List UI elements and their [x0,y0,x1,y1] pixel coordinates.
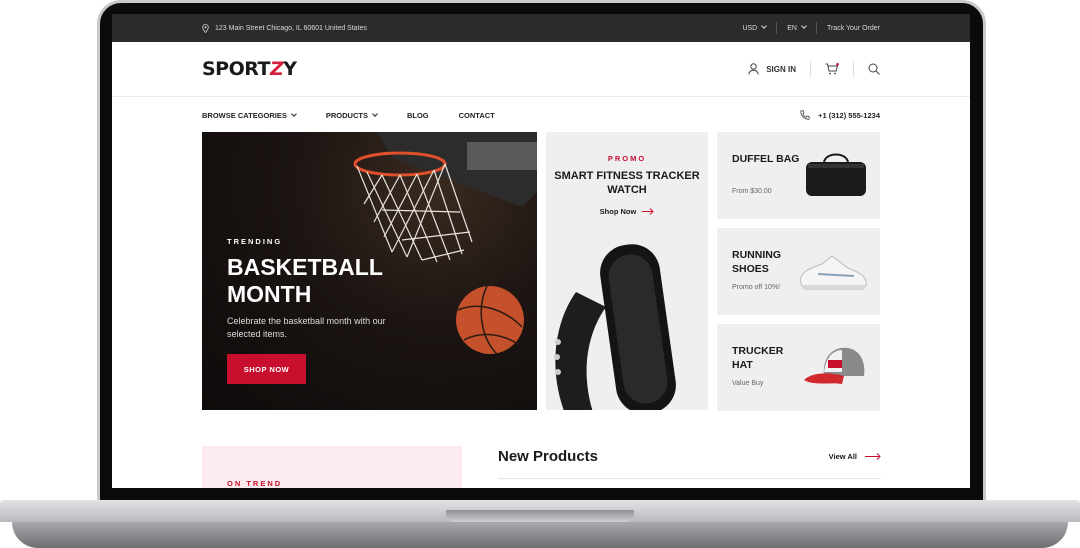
search-icon[interactable] [868,63,880,75]
currency-select[interactable]: USD [742,22,768,32]
user-icon [748,63,759,75]
track-order-link[interactable]: Track Your Order [827,25,880,32]
divider [776,22,778,34]
divider [810,61,811,77]
tile-subtitle: Promo off 10%! [732,284,781,291]
laptop-notch [446,510,634,522]
trucker-hat-image [804,347,865,384]
on-trend-banner[interactable]: ON TREND [202,446,462,488]
language-select[interactable]: EN [787,22,807,32]
chevron-down-icon [372,110,378,117]
tile-subtitle: Value Buy [732,380,764,387]
fitness-tracker-image [554,244,676,410]
promo-card[interactable]: PROMO SMART FITNESS TRACKER WATCH Shop N… [546,132,708,410]
tile-running-shoes[interactable]: RUNNING SHOES Promo off 10%! [717,228,880,315]
location-pin-icon [202,23,209,33]
promo-shop-link[interactable]: Shop Now [546,207,708,216]
tile-subtitle: From $30.00 [732,188,772,195]
promo-title: SMART FITNESS TRACKER WATCH [554,170,700,196]
duffel-bag-image [806,153,866,196]
tile-name: TRUCKER HAT [732,345,784,371]
language-value: EN [787,24,797,32]
nav-products[interactable]: PRODUCTS [325,110,378,120]
currency-value: USD [742,24,758,32]
arrow-right-icon [642,208,655,215]
address-text: 123 Main Street Chicago, IL 60601 United… [215,24,367,32]
sign-in-label: SIGN IN [766,64,796,74]
tile-name: RUNNING SHOES [732,249,781,275]
hero-banner[interactable]: TRENDING BASKETBALL MONTH Celebrate the … [202,132,537,410]
phone-contact[interactable]: +1 (312) 555-1234 [800,110,880,120]
laptop-screen: 123 Main Street Chicago, IL 60601 United… [112,14,970,488]
view-all-link[interactable]: View All [829,452,881,461]
nav-blog[interactable]: BLOG [407,111,429,120]
top-bar: 123 Main Street Chicago, IL 60601 United… [112,14,970,42]
tile-name: DUFFEL BAG [732,153,800,165]
tile-trucker-hat[interactable]: TRUCKER HAT Value Buy [717,324,880,411]
site-header: SPORTZY SIGN IN [112,42,970,97]
chevron-down-icon [761,22,768,29]
nav-label: PRODUCTS [325,110,368,120]
nav-browse-categories[interactable]: BROWSE CATEGORIES [202,110,297,120]
logo-part: Y [283,58,297,80]
on-trend-tag: ON TREND [227,479,283,488]
site-logo[interactable]: SPORTZY [202,58,748,80]
nav-label: BROWSE CATEGORIES [202,110,287,120]
promo-shop-label: Shop Now [599,207,637,216]
phone-icon [800,110,810,120]
running-shoe-image [799,255,867,290]
main-nav: BROWSE CATEGORIES PRODUCTS BLOG CONTACT … [112,97,970,133]
arrow-right-icon [865,453,881,460]
laptop-base-lower [12,522,1068,548]
cart-icon[interactable] [825,63,839,75]
new-products-title: New Products [498,448,599,465]
view-all-label: View All [828,452,857,461]
hero-description: Celebrate the basketball month with our … [227,316,386,339]
phone-number: +1 (312) 555-1234 [818,110,880,120]
logo-accent: Z [270,58,284,80]
hero-title: BASKETBALL MONTH [227,254,383,307]
shop-now-button[interactable]: SHOP NOW [227,354,306,384]
new-products-header: New Products View All [498,446,881,479]
hero-tag: TRENDING [227,237,283,246]
divider [853,61,854,77]
sign-in-button[interactable]: SIGN IN [748,63,796,75]
tile-duffel-bag[interactable]: DUFFEL BAG From $30.00 [717,132,880,219]
promo-tag: PROMO [607,154,647,163]
divider [815,22,817,34]
store-address: 123 Main Street Chicago, IL 60601 United… [202,23,742,33]
chevron-down-icon [291,110,297,117]
nav-contact[interactable]: CONTACT [459,111,495,120]
logo-part: SPORT [202,58,271,80]
chevron-down-icon [801,22,807,29]
